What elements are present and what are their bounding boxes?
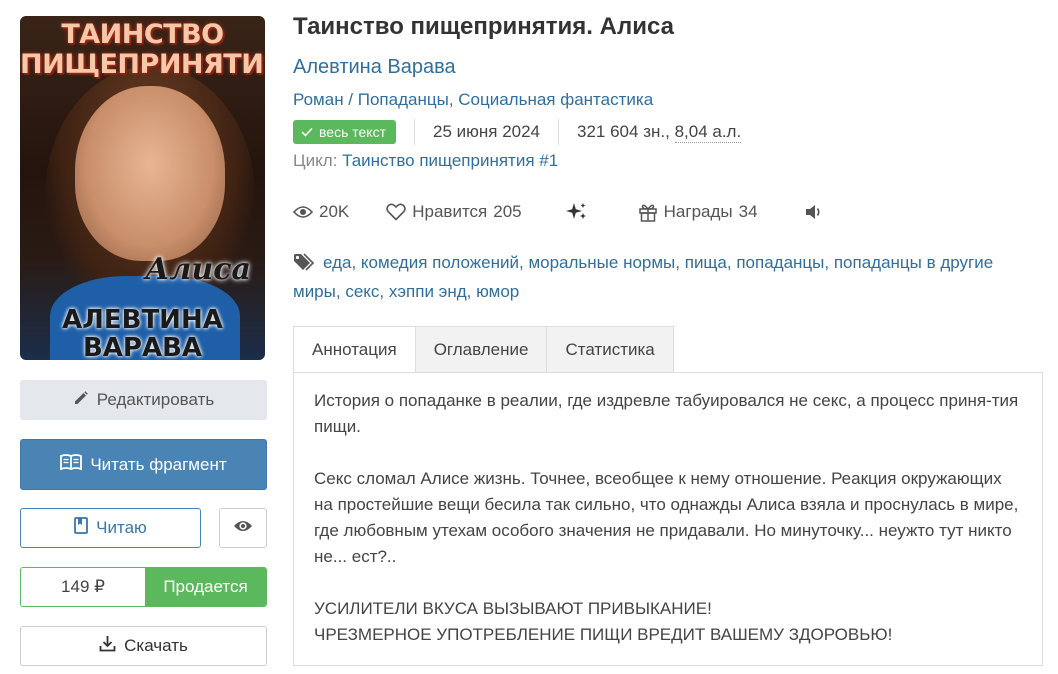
genre-comma: , [448, 90, 459, 109]
genre-link-social-fiction[interactable]: Социальная фантастика [458, 90, 653, 109]
sparkle-button[interactable] [565, 202, 588, 222]
bookmark-book-icon [74, 517, 89, 539]
tab-contents[interactable]: Оглавление [414, 326, 547, 373]
tag-link[interactable]: комедия положений [361, 253, 519, 272]
author-link[interactable]: Алевтина Варава [293, 56, 456, 79]
open-book-icon [60, 453, 83, 476]
tag-link[interactable]: моральные нормы [528, 253, 675, 272]
price-value: 149 ₽ [21, 568, 145, 606]
cycle-info: Цикл: Таинство пищепринятия #1 [293, 151, 558, 171]
pencil-icon [73, 390, 89, 411]
cover-author: АЛЕВТИНА ВАРАВА [20, 306, 265, 360]
cover-author-line2: ВАРАВА [82, 333, 203, 360]
stats-bar: 20K Нравится 205 Награды 34 [293, 200, 824, 224]
tag-icon [293, 253, 317, 279]
tags-list: еда, комедия положений, моральные нормы,… [293, 253, 994, 301]
tag-link[interactable]: пища [685, 253, 727, 272]
read-fragment-button[interactable]: Читать фрагмент [20, 439, 267, 490]
status-badge: весь текст [293, 120, 396, 144]
book-meta: весь текст 25 июня 2024 321 604 зн., 8,0… [293, 119, 742, 145]
awards-count: 34 [738, 202, 758, 221]
annotation-warning-line: ЧРЕЗМЕРНОЕ УПОТРЕБЛЕНИЕ ПИЩИ ВРЕДИТ ВАШЕ… [314, 625, 893, 644]
genre-separator: / [343, 90, 358, 109]
publish-date: 25 июня 2024 [433, 122, 541, 141]
annotation-warning: УСИЛИТЕЛИ ВКУСА ВЫЗЫВАЮТ ПРИВЫКАНИЕ! ЧРЕ… [314, 596, 1022, 648]
gift-icon [638, 202, 658, 222]
likes-label: Нравится [412, 202, 488, 221]
eye-icon [293, 205, 313, 219]
book-tabs: Аннотация Оглавление Статистика [293, 326, 674, 373]
cover-title: ТАИНСТВО ПИЩЕПРИНЯТИЯ [20, 20, 265, 80]
tag-link[interactable]: секс [345, 282, 379, 301]
reading-label: Читаю [96, 518, 147, 537]
read-fragment-label: Читать фрагмент [90, 454, 227, 474]
eye-icon [233, 518, 253, 538]
download-icon [99, 635, 116, 657]
edit-button-label: Редактировать [96, 390, 215, 409]
cycle-link[interactable]: Таинство пищепринятия #1 [342, 151, 558, 170]
annotation-panel: История о попаданке в реалии, где издрев… [293, 372, 1043, 666]
size-sheets[interactable]: 8,04 а.л. [674, 122, 742, 143]
status-badge-label: весь текст [319, 124, 386, 140]
tag-link[interactable]: еда [323, 253, 351, 272]
sparkle-icon [565, 202, 588, 222]
size-comma: , [665, 122, 675, 141]
audio-button[interactable] [804, 203, 824, 221]
views-count: 20K [319, 202, 350, 221]
genre-link-popadancy[interactable]: Попаданцы [358, 90, 449, 109]
annotation-paragraph: Секс сломал Алисе жизнь. Точнее, всеобще… [314, 469, 1019, 566]
cover-subtitle: Алиса [145, 252, 251, 287]
tab-annotation[interactable]: Аннотация [293, 326, 415, 373]
divider [558, 119, 560, 145]
like-button[interactable]: Нравится 205 [386, 202, 522, 222]
annotation-paragraph: История о попаданке в реалии, где издрев… [314, 391, 1019, 436]
tag-link[interactable]: юмор [476, 282, 519, 301]
awards-label: Награды [663, 202, 733, 221]
tag-link[interactable]: попаданцы [736, 253, 824, 272]
cover-title-line2: ПИЩЕПРИНЯТИЯ [20, 49, 265, 80]
awards-button[interactable]: Награды 34 [638, 202, 758, 222]
divider [414, 119, 415, 145]
download-label: Скачать [124, 636, 188, 655]
edit-button[interactable]: Редактировать [20, 380, 267, 420]
book-cover[interactable]: ТАИНСТВО ПИЩЕПРИНЯТИЯ Алиса АЛЕВТИНА ВАР… [20, 16, 265, 360]
genre-link-novel[interactable]: Роман [293, 90, 344, 109]
cover-art-face [75, 86, 225, 261]
for-sale-button[interactable]: Продается [145, 568, 266, 606]
cycle-label: Цикл: [293, 151, 338, 170]
speaker-icon [804, 203, 824, 221]
tab-statistics[interactable]: Статистика [546, 326, 674, 373]
cover-title-line1: ТАИНСТВО [61, 19, 224, 50]
views-stat: 20K [293, 202, 349, 222]
tag-link[interactable]: хэппи энд [389, 282, 467, 301]
reading-button[interactable]: Читаю [20, 508, 201, 548]
genres: Роман / Попаданцы, Социальная фантастика [293, 90, 653, 110]
price-box[interactable]: 149 ₽ Продается [20, 567, 267, 607]
book-title: Таинство пищепринятия. Алиса [293, 13, 674, 40]
check-icon [301, 124, 313, 140]
size-chars: 321 604 зн. [577, 122, 666, 141]
heart-icon [386, 203, 407, 221]
annotation-warning-line: УСИЛИТЕЛИ ВКУСА ВЫЗЫВАЮТ ПРИВЫКАНИЕ! [314, 599, 712, 618]
download-button[interactable]: Скачать [20, 626, 267, 666]
cover-author-line1: АЛЕВТИНА [62, 305, 223, 335]
likes-count: 205 [493, 202, 522, 221]
watch-button[interactable] [219, 508, 267, 548]
